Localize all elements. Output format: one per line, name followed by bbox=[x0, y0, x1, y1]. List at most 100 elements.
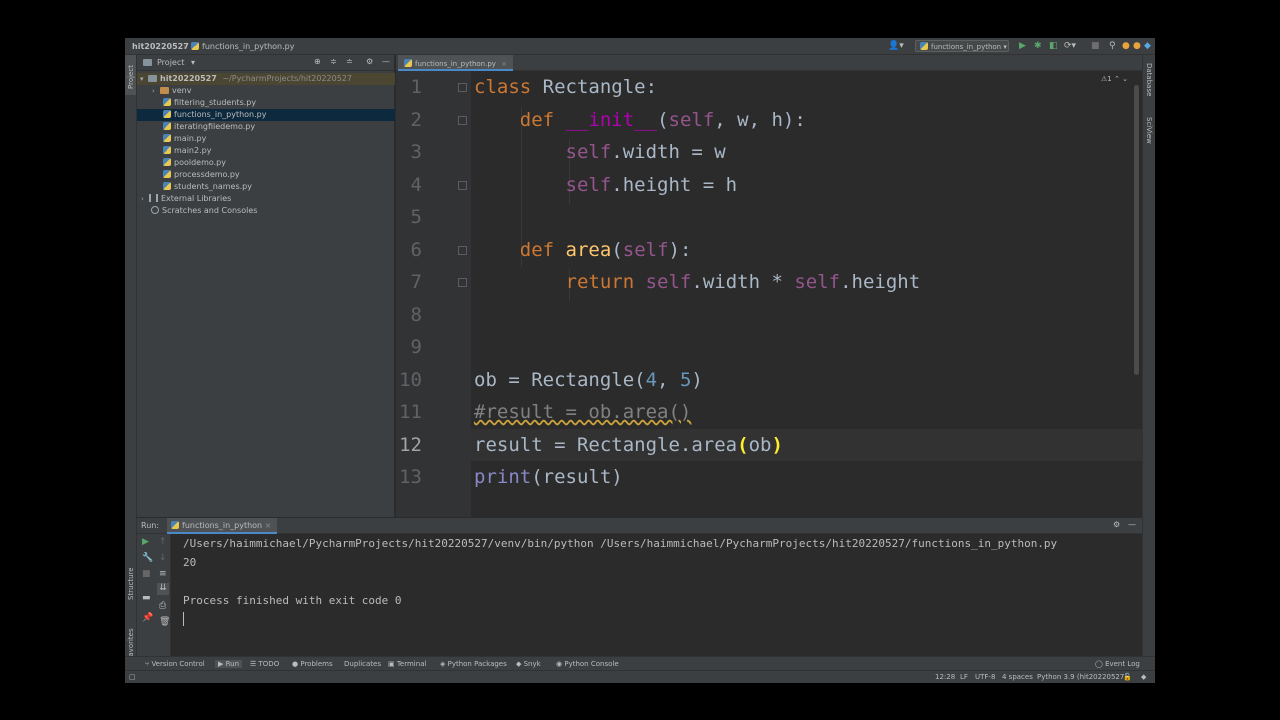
code-line: #result = ob.area() bbox=[474, 401, 692, 423]
file-encoding[interactable]: UTF-8 bbox=[975, 673, 995, 681]
down-arrow-icon[interactable]: ↓ bbox=[159, 553, 167, 563]
gear-icon[interactable]: ⚙ bbox=[366, 57, 373, 66]
console-output-line: Process finished with exit code 0 bbox=[183, 594, 402, 607]
collapse-all-icon[interactable]: ≐ bbox=[346, 57, 353, 66]
event-log-button[interactable]: ◯ Event Log bbox=[1095, 660, 1140, 668]
tree-item[interactable]: students_names.py bbox=[137, 181, 395, 193]
coverage-icon[interactable]: ◧ bbox=[1049, 41, 1058, 51]
navigation-bar: hit20220527 › functions_in_python.py 👤▾ … bbox=[125, 38, 1155, 55]
tree-item-label: venv bbox=[172, 86, 192, 95]
folder-icon bbox=[143, 58, 155, 67]
version-control-button[interactable]: ⑂ Version Control bbox=[145, 660, 205, 668]
run-panel-header: Run: functions_in_python × ⚙ — bbox=[137, 518, 1142, 534]
code-line: ob = Rectangle(4, 5) bbox=[474, 368, 703, 391]
layout-toggle-icon[interactable]: ▢ bbox=[129, 673, 136, 681]
sciview-stripe-label[interactable]: SciView bbox=[1145, 117, 1153, 144]
line-separator[interactable]: LF bbox=[960, 673, 968, 681]
fold-marker-icon[interactable] bbox=[458, 116, 467, 125]
update-icon[interactable]: ● bbox=[1122, 41, 1130, 51]
tree-item[interactable]: processdemo.py bbox=[137, 169, 395, 181]
tree-item[interactable]: filtering_students.py bbox=[137, 97, 395, 109]
editor-scrollbar[interactable] bbox=[1134, 85, 1139, 375]
python-file-icon bbox=[163, 110, 171, 118]
python-file-icon bbox=[163, 182, 171, 190]
tree-item-selected[interactable]: functions_in_python.py bbox=[137, 109, 395, 121]
lock-icon[interactable]: 🔓 bbox=[1123, 673, 1132, 681]
print-icon[interactable]: ⎙ bbox=[159, 601, 166, 611]
project-panel-title[interactable]: Project bbox=[157, 58, 184, 67]
rerun-icon[interactable]: ▶ bbox=[142, 537, 149, 547]
root-path: ~/PycharmProjects/hit20220527 bbox=[222, 74, 352, 83]
caret-position[interactable]: 12:28 bbox=[935, 673, 955, 681]
left-tool-stripe: Project Structure Favorites bbox=[125, 55, 137, 666]
breadcrumb-file[interactable]: functions_in_python.py bbox=[191, 42, 294, 51]
indent-setting[interactable]: 4 spaces bbox=[1002, 673, 1033, 681]
tree-item-external-libraries[interactable]: › External Libraries bbox=[137, 193, 395, 205]
run-tab[interactable]: functions_in_python × bbox=[167, 518, 278, 534]
run-panel-label: Run: bbox=[141, 521, 160, 530]
tree-item-venv[interactable]: › venv bbox=[137, 85, 395, 97]
tree-item[interactable]: main2.py bbox=[137, 145, 395, 157]
fold-marker-icon[interactable] bbox=[458, 83, 467, 92]
close-icon[interactable]: × bbox=[265, 521, 272, 530]
user-icon[interactable]: 👤▾ bbox=[888, 41, 904, 51]
duplicates-button[interactable]: Duplicates bbox=[344, 660, 381, 668]
run-config-select[interactable]: functions_in_python ▾ bbox=[915, 40, 1009, 52]
fold-marker-icon[interactable] bbox=[458, 278, 467, 287]
fold-marker-icon[interactable] bbox=[458, 181, 467, 190]
line-number: 3 bbox=[410, 141, 422, 163]
fold-marker-icon[interactable] bbox=[458, 246, 467, 255]
close-icon[interactable]: × bbox=[501, 60, 507, 68]
layout-icon[interactable]: ▬ bbox=[142, 593, 151, 603]
code-line: self.width = w bbox=[565, 141, 726, 163]
soft-wrap-icon[interactable]: ≡ bbox=[159, 569, 167, 579]
breadcrumb-project[interactable]: hit20220527 bbox=[132, 42, 189, 51]
line-number: 4 bbox=[410, 173, 422, 196]
structure-stripe-label[interactable]: Structure bbox=[127, 567, 135, 600]
tree-item-scratches[interactable]: Scratches and Consoles bbox=[137, 205, 395, 217]
project-panel-header: Project ▾ ⊕ ≑ ≐ ⚙ — bbox=[137, 55, 394, 71]
debug-icon[interactable]: ✱ bbox=[1034, 41, 1042, 51]
expand-all-icon[interactable]: ≑ bbox=[330, 57, 337, 66]
code-editor[interactable]: 1 2 3 4 5 6 7 8 9 10 11 12 13 class Rect… bbox=[396, 71, 1142, 517]
python-interpreter[interactable]: Python 3.9 (hit20220527) bbox=[1037, 673, 1127, 681]
profile-icon[interactable]: ⟳▾ bbox=[1064, 41, 1076, 51]
minimize-icon[interactable]: — bbox=[1128, 520, 1136, 529]
terminal-button[interactable]: ▣ Terminal bbox=[388, 660, 426, 668]
problems-button[interactable]: ● Problems bbox=[292, 660, 333, 668]
database-stripe-label[interactable]: Database bbox=[1145, 63, 1153, 96]
chevron-down-icon: ▾ bbox=[140, 75, 144, 83]
wrench-icon[interactable]: 🔧 bbox=[142, 553, 153, 563]
tree-item[interactable]: pooldemo.py bbox=[137, 157, 395, 169]
line-number: 8 bbox=[410, 303, 422, 326]
python-console-button[interactable]: ◉ Python Console bbox=[556, 660, 619, 668]
ide-features-icon[interactable]: ● bbox=[1133, 41, 1141, 51]
tree-item[interactable]: main.py bbox=[137, 133, 395, 145]
project-stripe-button[interactable]: Project bbox=[125, 55, 136, 95]
snyk-status-icon[interactable]: ◆ bbox=[1141, 673, 1146, 681]
python-packages-button[interactable]: ◈ Python Packages bbox=[440, 660, 507, 668]
stop-icon[interactable]: ■ bbox=[142, 569, 151, 579]
run-config-label: functions_in_python bbox=[931, 43, 1002, 51]
status-bar: ▢ 12:28 LF UTF-8 4 spaces Python 3.9 (hi… bbox=[125, 670, 1155, 683]
todo-button[interactable]: ☰ TODO bbox=[250, 660, 279, 668]
snyk-button[interactable]: ◆ Snyk bbox=[516, 660, 541, 668]
chevron-down-icon[interactable]: ▾ bbox=[191, 58, 195, 67]
scroll-to-end-icon[interactable]: ⇊ bbox=[157, 583, 169, 595]
gear-icon[interactable]: ⚙ bbox=[1113, 520, 1120, 529]
console-cursor[interactable] bbox=[183, 612, 184, 626]
tree-item[interactable]: iteratingfiledemo.py bbox=[137, 121, 395, 133]
tree-root[interactable]: ▾ hit20220527 ~/PycharmProjects/hit202205… bbox=[137, 73, 395, 85]
locate-icon[interactable]: ⊕ bbox=[314, 57, 321, 66]
tab-functions-in-python[interactable]: functions_in_python.py × bbox=[398, 55, 514, 71]
warning-indicator[interactable]: ⚠1 ⌃ ⌄ bbox=[1101, 75, 1128, 83]
minimize-icon[interactable]: — bbox=[382, 57, 390, 66]
search-icon[interactable]: ⚲ bbox=[1109, 41, 1116, 51]
stop-icon[interactable]: ■ bbox=[1091, 41, 1100, 51]
trash-icon[interactable]: 🗑 bbox=[159, 617, 170, 627]
pin-icon[interactable]: 📌 bbox=[142, 613, 153, 623]
toolbox-icon[interactable]: ◆ bbox=[1144, 41, 1151, 51]
run-button[interactable]: ▶ Run bbox=[215, 660, 243, 668]
run-icon[interactable]: ▶ bbox=[1019, 41, 1026, 51]
up-arrow-icon[interactable]: ↑ bbox=[159, 537, 167, 547]
